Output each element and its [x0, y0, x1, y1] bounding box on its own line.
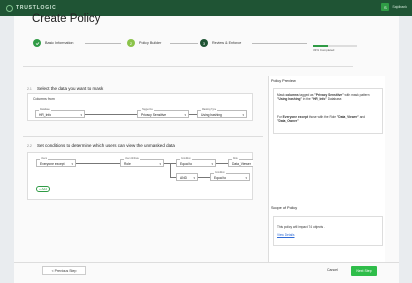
section-title: Set conditions to determine which users … [37, 143, 175, 148]
field-caption: User Attribute [124, 157, 140, 161]
field-caption: Condition [214, 171, 226, 175]
condition-select-2[interactable]: Condition Equal to ▾ [210, 171, 250, 181]
chevron-down-icon: ▾ [80, 113, 82, 117]
columns-label: Columns from [33, 97, 55, 101]
progress-fill [313, 45, 328, 47]
role-select[interactable]: Role Data_Viewer [228, 157, 253, 167]
view-details-link[interactable]: View Details [277, 233, 294, 237]
field-value: Role [124, 162, 131, 167]
step-label: Review & Enforce [212, 41, 242, 45]
user-name[interactable]: Sajdbank [392, 5, 407, 9]
divider [23, 66, 353, 67]
step-label: Basic Information [45, 41, 74, 45]
connector-line [216, 163, 228, 164]
field-caption: Role [232, 157, 239, 161]
field-caption: Users [40, 157, 48, 161]
step-connector [252, 43, 307, 44]
step-number: 2 [127, 39, 135, 47]
connector-line [76, 163, 120, 164]
connector-line [189, 114, 197, 115]
add-condition-button[interactable]: + Add [36, 186, 50, 192]
section-number: 2.2 [27, 144, 32, 148]
next-step-button[interactable]: Next Step [351, 266, 377, 276]
brand-name: TRUSTLOGIC [16, 5, 57, 11]
logo-icon [6, 4, 13, 12]
tagged-as-select[interactable]: Tagged As Privacy Sensitive ▾ [137, 108, 189, 118]
chevron-down-icon: ▾ [211, 162, 213, 166]
field-value: Privacy Sensitive [141, 113, 167, 118]
field-caption: Tagged As [141, 108, 154, 112]
section-number: 2.1 [27, 87, 32, 91]
field-value: HR_Info [39, 113, 52, 118]
connector-line [85, 114, 137, 115]
users-select[interactable]: Users Everyone except ▾ [36, 157, 76, 167]
step-connector [170, 43, 198, 44]
field-value: Equal to [180, 162, 193, 167]
chevron-down-icon: ▾ [245, 176, 247, 180]
progress-indicator: 33% Completed [313, 38, 357, 56]
connector-line [198, 177, 210, 178]
divider [23, 136, 263, 137]
field-value: Data_Viewer [232, 162, 251, 167]
progress-bar [313, 45, 357, 47]
progress-label: 33% Completed [313, 48, 335, 52]
field-value: Using hashing [201, 113, 222, 118]
page-title: Create Policy [32, 13, 101, 25]
preview-mask-text: Mask columns tagged as "Privacy Sensitiv… [277, 93, 370, 102]
connector-line [170, 163, 171, 177]
chevron-down-icon: ▾ [242, 113, 244, 117]
section-title: Select the data you want to mask [37, 86, 104, 91]
chevron-down-icon: ▾ [184, 113, 186, 117]
field-value: AND [180, 176, 187, 181]
database-select[interactable]: Database HR_Info ▾ [35, 108, 85, 118]
preview-condition-text: For Everyone except those with the Role … [277, 115, 366, 124]
preview-title: Policy Preview [271, 79, 296, 83]
field-value: Equal to [214, 176, 227, 181]
previous-step-button[interactable]: < Previous Step [42, 266, 86, 275]
check-icon [33, 39, 41, 47]
step-connector [85, 43, 121, 44]
step-number: 3 [200, 39, 208, 47]
step-review-enforce[interactable]: 3 Review & Enforce [200, 39, 241, 47]
field-caption: Condition [180, 157, 192, 161]
field-caption: Masking Type [201, 108, 218, 112]
field-value: Everyone except [40, 162, 65, 167]
step-policy-builder[interactable]: 2 Policy Builder [127, 39, 161, 47]
chevron-down-icon: ▾ [193, 176, 195, 180]
and-operator-select[interactable]: AND ▾ [176, 173, 198, 181]
user-attribute-select[interactable]: User Attribute Role ▾ [120, 157, 164, 167]
chevron-down-icon: ▾ [159, 162, 161, 166]
step-label: Policy Builder [139, 41, 162, 45]
cancel-button[interactable]: Cancel [327, 268, 338, 272]
scope-box [273, 216, 383, 246]
scope-text: This policy will impact 74 objects . [277, 225, 325, 229]
chevron-down-icon: ▾ [71, 162, 73, 166]
stepper: Basic Information 2 Policy Builder 3 Rev… [33, 38, 371, 52]
step-basic-information[interactable]: Basic Information [33, 39, 74, 47]
masking-type-select[interactable]: Masking Type Using hashing ▾ [197, 108, 247, 118]
avatar[interactable]: S [381, 3, 390, 11]
field-caption: Database [39, 108, 51, 112]
scope-title: Scope of Policy [271, 206, 298, 210]
condition-select[interactable]: Condition Equal to ▾ [176, 157, 216, 167]
